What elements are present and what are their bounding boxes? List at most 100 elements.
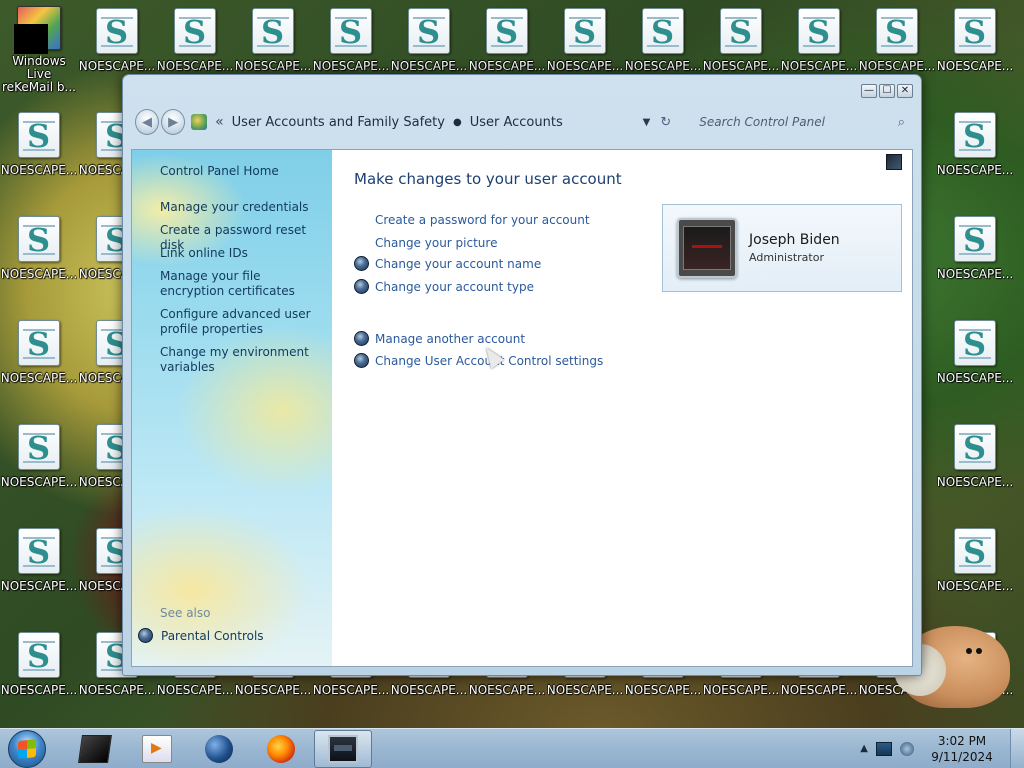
desktop-icon-label: NOESCAPE...	[780, 59, 858, 73]
desktop-icon-label: NOESCAPE...	[468, 59, 546, 73]
breadcrumb-user-accounts-family-safety[interactable]: User Accounts and Family Safety	[232, 115, 445, 130]
advanced-user-profile-link[interactable]: Configure advanced user profile properti…	[160, 307, 325, 337]
desktop-icon-label: NOESCAPE...	[546, 683, 624, 697]
parental-controls-link[interactable]: Parental Controls	[138, 628, 264, 643]
desktop-icon-noescape[interactable]: NOESCAPE...	[936, 520, 1014, 616]
manage-another-account-link[interactable]: Manage another account	[354, 331, 525, 346]
minimize-button[interactable]: —	[861, 84, 877, 98]
desktop-icon-noescape[interactable]: NOESCAPE...	[0, 104, 78, 200]
show-desktop-button[interactable]	[1010, 728, 1024, 768]
maximize-button[interactable]: ☐	[879, 84, 895, 98]
script-icon	[642, 8, 684, 54]
breadcrumb-separator-icon[interactable]: ●	[453, 117, 462, 128]
tasks-pane: Control Panel Home Manage your credentia…	[132, 150, 332, 666]
taskbar-item-box[interactable]	[66, 730, 124, 768]
system-tray: ▲ 3:02 PM 9/11/2024	[860, 728, 1024, 768]
change-account-type-label: Change your account type	[375, 279, 534, 294]
desktop-icon-windows-live-mail[interactable]: Windows Live reKeMail b...	[0, 0, 78, 96]
change-picture-label: Change your picture	[375, 235, 498, 250]
window-controls: — ☐ ✕	[861, 84, 913, 98]
help-icon[interactable]	[886, 154, 902, 170]
desktop-icon-label: NOESCAPE...	[234, 683, 312, 697]
control-panel-window: — ☐ ✕ ◀ ▶ « User Accounts and Family Saf…	[122, 74, 922, 676]
desktop-icon-noescape[interactable]: NOESCAPE...	[936, 312, 1014, 408]
manage-credentials-link[interactable]: Manage your credentials	[160, 200, 325, 215]
script-icon	[96, 8, 138, 54]
clock[interactable]: 3:02 PM 9/11/2024	[922, 733, 1002, 765]
network-icon[interactable]	[876, 741, 892, 756]
shield-icon	[138, 628, 153, 643]
create-password-link[interactable]: Create a password for your account	[354, 212, 590, 227]
control-panel-home-link[interactable]: Control Panel Home	[160, 164, 325, 179]
search-input[interactable]: Search Control Panel ⌕	[689, 109, 911, 135]
environment-variables-link[interactable]: Change my environment variables	[160, 345, 325, 375]
desktop-icon-noescape[interactable]: NOESCAPE...	[936, 416, 1014, 512]
breadcrumb[interactable]: « User Accounts and Family Safety ● User…	[191, 108, 650, 136]
script-icon	[876, 8, 918, 54]
breadcrumb-chevron-icon[interactable]: «	[215, 114, 224, 130]
taskbar-item-firefox[interactable]	[252, 730, 310, 768]
script-icon	[954, 320, 996, 366]
clock-date: 9/11/2024	[931, 749, 993, 764]
media-player-icon	[142, 734, 172, 763]
manage-another-account-label: Manage another account	[375, 331, 526, 346]
user-role: Administrator	[749, 251, 824, 264]
volume-icon[interactable]	[900, 741, 914, 756]
change-picture-link[interactable]: Change your picture	[354, 235, 497, 250]
see-also-heading: See also	[160, 606, 211, 620]
link-online-ids-link[interactable]: Link online IDs	[160, 246, 325, 261]
desktop-icon-label: NOESCAPE...	[858, 59, 936, 73]
control-panel-icon	[328, 734, 358, 763]
desktop-icon-label: NOESCAPE...	[234, 59, 312, 73]
script-icon	[486, 8, 528, 54]
script-icon	[18, 528, 60, 574]
file-encryption-certificates-link[interactable]: Manage your file encryption certificates	[160, 269, 325, 299]
desktop-icon-label: NOESCAPE...	[0, 163, 78, 177]
taskbar-item-control-panel[interactable]	[314, 729, 372, 768]
desktop-icon-noescape[interactable]: NOESCAPE...	[0, 416, 78, 512]
shield-icon	[354, 353, 369, 368]
change-account-name-link[interactable]: Change your account name	[354, 256, 541, 271]
desktop-icon-label: NOESCAPE...	[936, 475, 1014, 489]
change-account-type-link[interactable]: Change your account type	[354, 279, 534, 294]
desktop-icon-label: NOESCAPE...	[0, 579, 78, 593]
taskbar-item-globe[interactable]	[190, 730, 248, 768]
create-password-label: Create a password for your account	[375, 212, 590, 227]
desktop-icon-noescape[interactable]: NOESCAPE...	[0, 624, 78, 720]
clock-time: 3:02 PM	[937, 733, 987, 748]
desktop-icon-noescape[interactable]: NOESCAPE...	[0, 208, 78, 304]
desktop-icon-label: NOESCAPE...	[546, 59, 624, 73]
user-name: Joseph Biden	[749, 232, 840, 248]
desktop-icon-label: NOESCAPE...	[78, 683, 156, 697]
search-icon[interactable]: ⌕	[898, 115, 905, 130]
desktop-icon-noescape[interactable]: NOESCAPE...	[936, 104, 1014, 200]
firefox-icon	[267, 734, 295, 763]
desktop-icon-noescape[interactable]: NOESCAPE...	[0, 520, 78, 616]
tray-expand-icon[interactable]: ▲	[860, 743, 868, 754]
desktop-icon-noescape[interactable]: NOESCAPE...	[936, 208, 1014, 304]
script-icon	[564, 8, 606, 54]
address-dropdown-icon[interactable]: ▼	[643, 117, 651, 128]
desktop-icon-label: NOESCAPE...	[156, 683, 234, 697]
breadcrumb-user-accounts[interactable]: User Accounts	[470, 115, 563, 130]
desktop-icon-noescape[interactable]: NOESCAPE...	[0, 312, 78, 408]
desktop-icon-label: NOESCAPE...	[0, 475, 78, 489]
refresh-icon[interactable]: ↻	[660, 115, 671, 130]
avatar[interactable]	[677, 218, 737, 278]
taskbar-item-media-player[interactable]	[128, 730, 186, 768]
content-area: Control Panel Home Manage your credentia…	[131, 149, 913, 667]
desktop-icon-noescape[interactable]: NOESCAPE...	[936, 0, 1014, 96]
close-button[interactable]: ✕	[897, 84, 913, 98]
script-icon	[954, 112, 996, 158]
desktop-icon-label: NOESCAPE...	[936, 267, 1014, 281]
shield-icon	[354, 279, 369, 294]
script-icon	[798, 8, 840, 54]
script-icon	[330, 8, 372, 54]
desktop-icon-label: NOESCAPE...	[78, 59, 156, 73]
script-icon	[408, 8, 450, 54]
search-placeholder: Search Control Panel	[699, 115, 825, 129]
start-button[interactable]	[8, 729, 46, 768]
back-button[interactable]: ◀	[135, 109, 160, 135]
uac-settings-link[interactable]: Change User Account Control settings	[354, 353, 603, 368]
forward-button[interactable]: ▶	[161, 109, 186, 135]
